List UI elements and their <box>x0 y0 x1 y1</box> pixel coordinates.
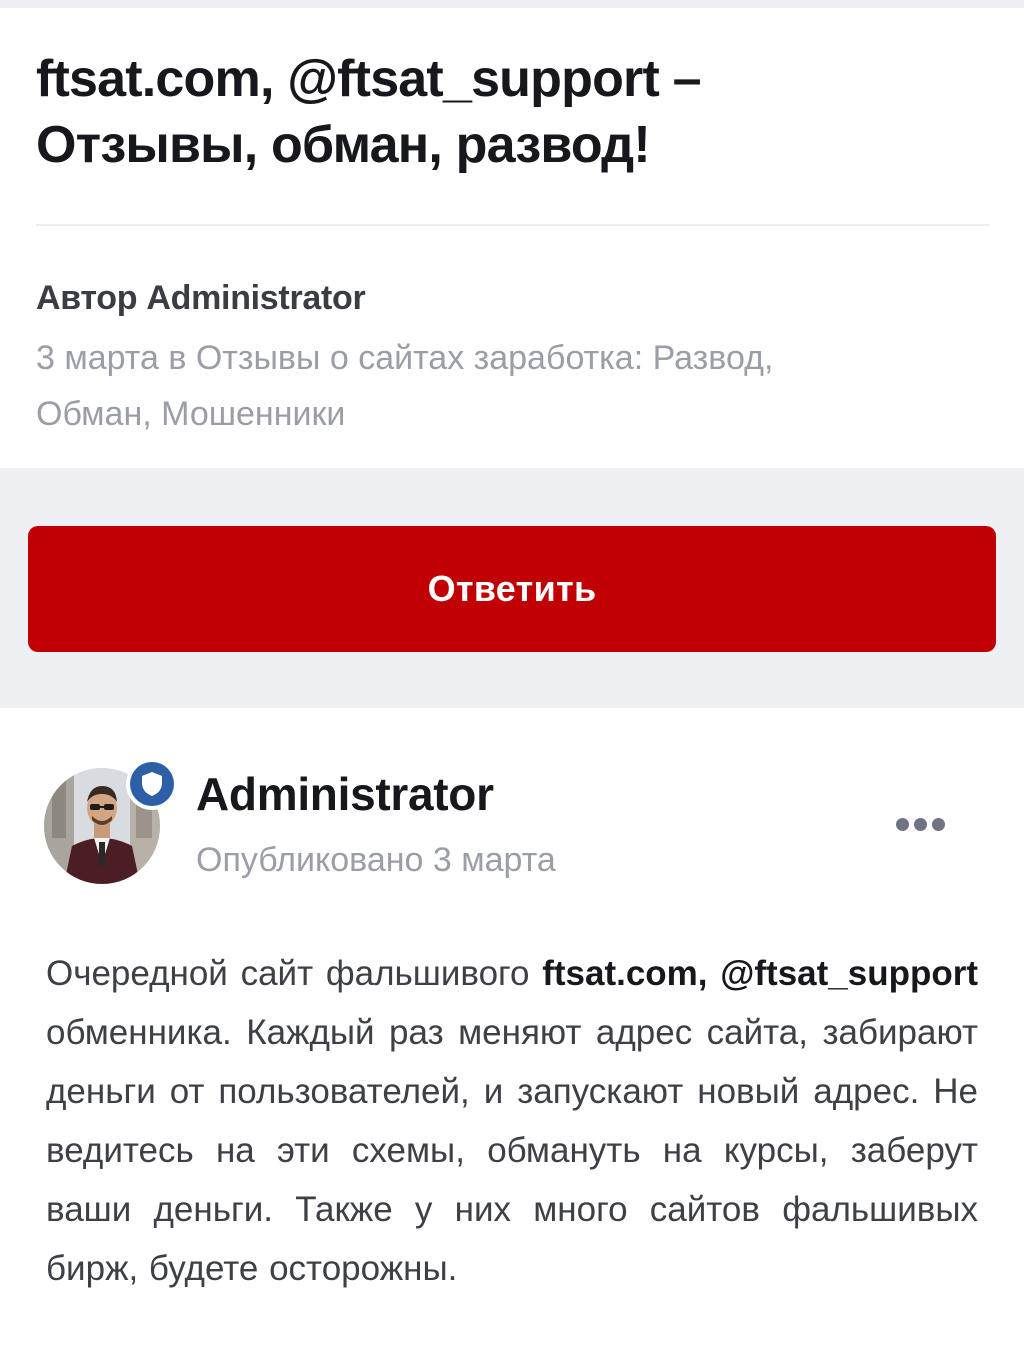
post-body-intro: Очередной сайт фальшивого <box>46 954 543 993</box>
post-date: Опубликовано 3 марта <box>196 841 556 879</box>
more-options-button[interactable] <box>888 808 952 840</box>
post-body-site: ftsat.com, <box>542 954 708 993</box>
more-dots-icon <box>931 817 945 831</box>
reply-button[interactable]: Ответить <box>28 526 996 652</box>
reply-area: Ответить <box>0 468 1024 708</box>
more-dots-icon <box>895 817 909 831</box>
page-title-line-1: ftsat.com, @ftsat_support – <box>36 50 702 108</box>
verified-badge <box>126 758 178 810</box>
shield-icon <box>142 772 162 796</box>
post-body-handle: @ftsat_support <box>720 954 978 993</box>
more-dots-icon <box>913 817 927 831</box>
top-strip <box>0 0 1024 8</box>
post-body: Очередной сайт фальшивого ftsat.com, @ft… <box>46 944 978 1298</box>
topic-header: ftsat.com, @ftsat_support – Отзывы, обма… <box>0 8 1024 468</box>
page-title-line-2: Отзывы, обман, развод! <box>36 116 651 174</box>
post-author-name[interactable]: Administrator <box>196 766 494 822</box>
post-card: Administrator Опубликовано 3 марта Очере… <box>0 708 1024 1360</box>
post-body-rest: обменника. Каждый раз меняют адрес сайта… <box>46 1013 978 1288</box>
page-title: ftsat.com, @ftsat_support – Отзывы, обма… <box>36 46 986 178</box>
topic-author[interactable]: Автор Administrator <box>36 276 366 320</box>
divider <box>36 224 990 226</box>
topic-meta: 3 марта в Отзывы о сайтах заработка: Раз… <box>36 330 936 442</box>
topic-meta-line-1[interactable]: 3 марта в Отзывы о сайтах заработка: Раз… <box>36 339 773 377</box>
topic-meta-line-2[interactable]: Обман, Мошенники <box>36 395 345 433</box>
